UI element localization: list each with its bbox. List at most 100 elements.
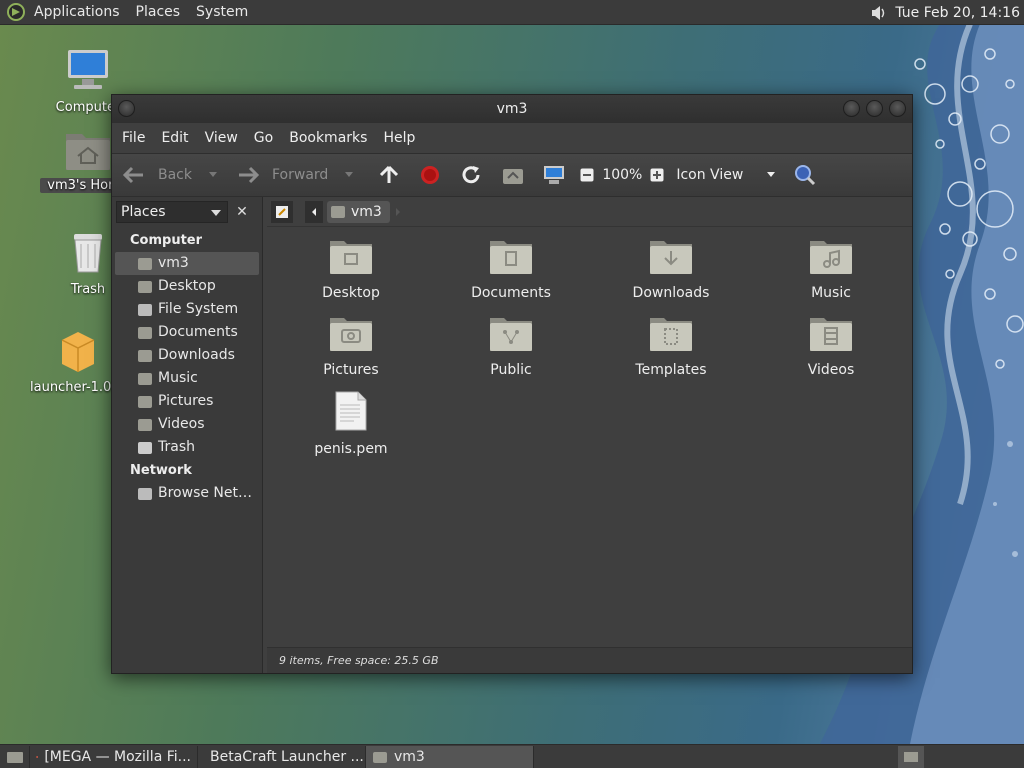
menu-help[interactable]: Help [375, 123, 423, 153]
chevron-down-icon [767, 172, 776, 177]
zoom-out-icon [580, 168, 594, 182]
file-item[interactable]: Pictures [291, 314, 411, 378]
sidebar-heading-network: Network [130, 463, 192, 478]
maximize-button[interactable] [866, 100, 883, 117]
file-label: Templates [635, 362, 707, 378]
menu-edit[interactable]: Edit [153, 123, 196, 153]
zoom-level[interactable]: 100% [602, 167, 642, 183]
file-item[interactable]: Templates [611, 314, 731, 378]
sidebar-item-downloads[interactable]: Downloads [112, 344, 262, 367]
home-button[interactable] [502, 165, 524, 185]
chevron-right-icon[interactable] [394, 207, 402, 217]
bottom-panel: [MEGA — Mozilla Fi... BetaCraft Launcher… [0, 744, 1024, 768]
zoom-out-button[interactable] [580, 168, 594, 182]
sidebar-item-label: File System [158, 301, 239, 317]
search-icon [795, 165, 816, 186]
breadcrumb-vm3[interactable]: vm3 [327, 200, 390, 223]
window-menu-button[interactable] [118, 100, 135, 117]
task-label: [MEGA — Mozilla Fi... [44, 748, 191, 765]
window-titlebar[interactable]: vm3 [112, 95, 912, 123]
sidebar-item-label: Videos [158, 416, 205, 432]
sidebar-item-file-system[interactable]: File System [112, 298, 262, 321]
task-vm3[interactable]: vm3 [366, 745, 534, 768]
workspace-switcher[interactable] [898, 746, 924, 768]
path-back-button[interactable] [305, 200, 323, 223]
file-label: Public [490, 362, 532, 378]
reload-icon [462, 166, 480, 184]
pencil-icon [276, 205, 288, 218]
reload-button[interactable] [460, 164, 482, 186]
file-label: Pictures [323, 362, 379, 378]
back-button[interactable]: Back [122, 165, 218, 185]
minimize-button[interactable] [843, 100, 860, 117]
folder-templates-icon [650, 318, 692, 351]
sidebar-item-documents[interactable]: Documents [112, 321, 262, 344]
folder-downloads-icon [650, 241, 692, 274]
chevron-down-icon[interactable] [344, 171, 354, 179]
file-item[interactable]: penis.pem [291, 391, 411, 457]
file-item[interactable]: Videos [771, 314, 891, 378]
file-item[interactable]: Downloads [611, 237, 731, 301]
file-label: Videos [807, 362, 855, 378]
drive-icon [138, 303, 152, 316]
menu-file[interactable]: File [114, 123, 153, 153]
system-menu[interactable]: System [188, 0, 256, 25]
trash-icon [138, 441, 152, 454]
home-icon [138, 257, 152, 270]
menu-go[interactable]: Go [246, 123, 281, 153]
task-firefox[interactable]: [MEGA — Mozilla Fi... [30, 745, 198, 768]
sidebar-item-desktop[interactable]: Desktop [112, 275, 262, 298]
close-button[interactable] [889, 100, 906, 117]
sidebar-selector[interactable]: Places [116, 201, 228, 223]
menu-view[interactable]: View [197, 123, 246, 153]
sidebar-item-label: Trash [158, 439, 195, 455]
clock[interactable]: Tue Feb 20, 14:16 [895, 5, 1020, 21]
sidebar-item-vm3[interactable]: vm3 [115, 252, 259, 275]
folder-documents-icon [490, 241, 532, 274]
forward-button[interactable]: Forward [236, 165, 354, 185]
sidebar: Places ✕ Computer vm3 Desktop File Syste… [112, 197, 263, 673]
view-mode-label: Icon View [676, 167, 744, 183]
sidebar-item-pictures[interactable]: Pictures [112, 390, 262, 413]
firefox-icon [36, 755, 39, 758]
file-item[interactable]: Documents [451, 237, 571, 301]
desktop-icon [6, 751, 23, 763]
file-item[interactable]: Desktop [291, 237, 411, 301]
zoom-in-button[interactable] [650, 168, 664, 182]
places-menu[interactable]: Places [128, 0, 189, 25]
show-desktop-button[interactable] [0, 745, 30, 768]
sidebar-item-videos[interactable]: Videos [112, 413, 262, 436]
file-item[interactable]: Public [451, 314, 571, 378]
file-item[interactable]: Music [771, 237, 891, 301]
up-button[interactable] [378, 164, 400, 186]
edit-location-button[interactable] [271, 200, 293, 223]
applications-menu[interactable]: Applications [26, 0, 128, 25]
file-label: Documents [471, 285, 551, 301]
sidebar-item-label: Pictures [158, 393, 214, 409]
task-betacraft[interactable]: BetaCraft Launcher ... [198, 745, 366, 768]
computer-icon [544, 166, 565, 184]
top-panel: Applications Places System Tue Feb 20, 1… [0, 0, 1024, 25]
search-button[interactable] [794, 164, 816, 186]
folder-icon [138, 395, 152, 408]
close-icon[interactable]: ✕ [232, 202, 252, 222]
content-pane: vm3 Desktop Documents Downloads Music Pi… [267, 197, 912, 673]
forward-arrow-icon [239, 166, 260, 184]
folder-icon [138, 326, 152, 339]
window-title: vm3 [496, 101, 528, 117]
computer-button[interactable] [542, 164, 566, 186]
chevron-down-icon[interactable] [208, 171, 218, 179]
view-mode-select[interactable]: Icon View [676, 167, 776, 183]
volume-icon[interactable] [869, 4, 887, 22]
folder-icon [138, 280, 152, 293]
network-icon [138, 487, 152, 500]
file-label: Downloads [632, 285, 710, 301]
menu-bookmarks[interactable]: Bookmarks [281, 123, 375, 153]
sidebar-item-browse-network[interactable]: Browse Net… [112, 482, 262, 505]
distro-logo-icon[interactable] [6, 2, 26, 22]
sidebar-item-music[interactable]: Music [112, 367, 262, 390]
archive-icon [61, 332, 95, 372]
stop-icon [421, 166, 440, 184]
sidebar-item-trash[interactable]: Trash [112, 436, 262, 459]
stop-button[interactable] [420, 165, 440, 185]
